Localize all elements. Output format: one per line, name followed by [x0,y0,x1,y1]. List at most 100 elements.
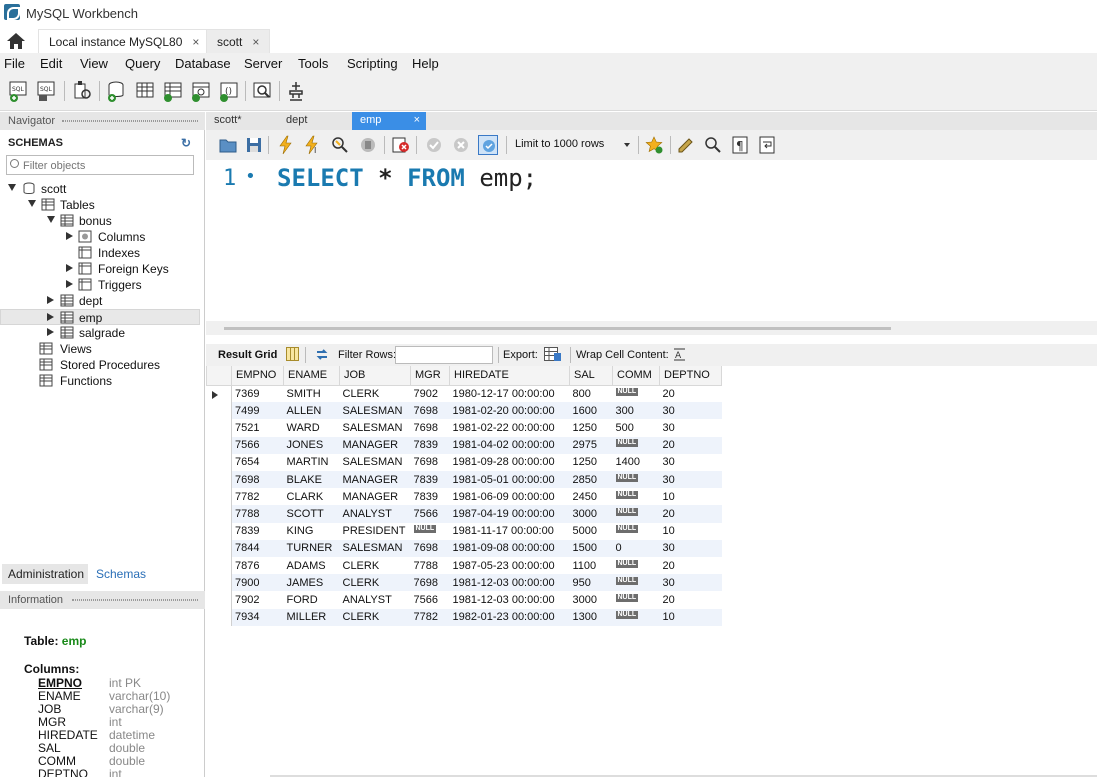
wrap-cell-content-icon[interactable]: A [673,347,686,362]
tab-administration[interactable]: Administration [2,564,88,584]
tree-tables[interactable]: Tables [0,197,200,213]
grid-cell-empno[interactable]: 7844 [231,539,284,558]
grid-cell-job[interactable]: CLERK [339,574,411,592]
grid-cell-empno[interactable]: 7934 [231,608,284,626]
create-function-icon[interactable]: () [217,79,241,103]
grid-cell-deptno[interactable]: 10 [659,608,722,626]
grid-cell-hiredate[interactable]: 1981-06-09 00:00:00 [450,488,570,505]
grid-cell-hiredate[interactable]: 1981-12-03 00:00:00 [450,591,570,608]
grid-cell-job[interactable]: CLERK [340,557,411,574]
inspector-icon[interactable] [70,79,94,103]
expand-arrow-icon[interactable] [47,216,55,223]
collapse-arrow-icon[interactable] [66,264,73,272]
grid-cell-comm[interactable]: NULL [613,591,660,608]
grid-cell-hiredate[interactable]: 1987-04-19 00:00:00 [449,505,570,523]
expand-arrow-icon[interactable] [8,184,16,191]
query-tab-emp[interactable]: emp × [352,112,426,130]
grid-cell-deptno[interactable]: 30 [660,454,722,471]
auto-commit-icon[interactable] [478,135,498,155]
tree-table-dept[interactable]: dept [0,293,200,309]
grid-cell-empno[interactable]: 7839 [232,523,284,540]
result-grid-label[interactable]: Result Grid [218,349,277,361]
stop-on-error-icon[interactable] [391,135,411,155]
create-table-icon[interactable] [133,79,157,103]
row-selector[interactable] [206,385,232,403]
grid-cell-sal[interactable]: 1500 [569,539,613,558]
sql-statement[interactable]: SELECT * FROM emp; [277,164,537,192]
table-row[interactable]: 7566 JONES MANAGER 7839 1981-04-02 00:00:00 2… [206,436,722,454]
grid-cell-comm[interactable]: NULL [612,608,660,626]
tree-schema-scott[interactable]: scott [0,181,200,197]
wrap-lines-icon[interactable] [757,135,777,155]
grid-cell-ename[interactable]: SMITH [284,385,340,402]
grid-cell-empno[interactable]: 7654 [232,454,284,471]
row-selector[interactable] [206,574,232,592]
query-tab-scott[interactable]: scott* [206,112,250,130]
grid-cell-hiredate[interactable]: 1982-01-23 00:00:00 [449,608,570,626]
connection-tab-scott[interactable]: scott × [206,29,271,53]
grid-cell-deptno[interactable]: 20 [660,385,722,402]
grid-cell-job[interactable]: MANAGER [339,436,411,454]
grid-cell-sal[interactable]: 2850 [569,471,613,489]
grid-cell-mgr[interactable]: 7788 [411,557,450,574]
create-schema-icon[interactable] [105,79,129,103]
grid-cell-deptno[interactable]: 30 [659,574,722,592]
grid-column-header-sal[interactable]: SAL [569,366,613,386]
create-view-icon[interactable] [161,79,185,103]
export-icon[interactable] [544,347,562,362]
add-snippet-icon[interactable] [644,135,664,155]
grid-cell-job[interactable]: SALESMAN [339,539,411,558]
grid-cell-deptno[interactable]: 30 [659,539,722,558]
grid-cell-ename[interactable]: ADAMS [284,557,340,574]
execute-icon[interactable] [276,135,296,155]
grid-cell-deptno[interactable]: 20 [660,557,722,574]
grid-cell-ename[interactable]: MARTIN [284,454,340,471]
grid-cell-ename[interactable]: BLAKE [283,471,340,489]
row-selector[interactable] [206,522,232,540]
table-row[interactable]: 7521 WARD SALESMAN 7698 1981-02-22 00:00:00 1… [206,419,722,437]
row-selector[interactable] [206,488,232,506]
grid-cell-sal[interactable]: 950 [569,574,613,592]
grid-cell-ename[interactable]: MILLER [283,608,340,626]
grid-cell-deptno[interactable]: 30 [659,471,722,489]
grid-column-header-empno[interactable]: EMPNO [231,366,284,386]
refresh-icon[interactable] [314,347,330,362]
table-row[interactable]: 7934 MILLER CLERK 7782 1982-01-23 00:00:00 13… [206,608,722,626]
grid-cell-deptno[interactable]: 20 [660,591,722,608]
tab-schemas[interactable]: Schemas [90,564,153,584]
menu-help[interactable]: Help [412,56,439,71]
table-row[interactable]: 7698 BLAKE MANAGER 7839 1981-05-01 00:00:00 2… [206,471,722,489]
grid-cell-deptno[interactable]: 30 [659,402,722,420]
table-row[interactable]: 7839 KING PRESIDENT NULL 1981-11-17 00:00:00… [206,522,722,540]
table-row[interactable]: 7902 FORD ANALYST 7566 1981-12-03 00:00:00 30… [206,591,722,609]
menu-view[interactable]: View [80,56,108,71]
grid-cell-sal[interactable]: 1100 [570,557,613,574]
grid-cell-empno[interactable]: 7369 [232,385,284,402]
grid-cell-comm[interactable]: NULL [612,471,660,489]
tree-foreign-keys[interactable]: Foreign Keys [0,261,200,277]
grid-cell-sal[interactable]: 3000 [570,591,613,608]
table-row[interactable]: 7499 ALLEN SALESMAN 7698 1981-02-20 00:00:00… [206,402,722,420]
limit-rows-select[interactable]: Limit to 1000 rows [512,136,634,154]
grid-cell-job[interactable]: SALESMAN [340,454,411,471]
grid-cell-mgr[interactable]: 7698 [410,574,450,592]
table-row[interactable]: 7876 ADAMS CLERK 7788 1987-05-23 00:00:00 110… [206,557,722,575]
tree-table-bonus[interactable]: bonus [0,213,200,229]
home-icon[interactable] [6,32,26,50]
grid-cell-mgr[interactable]: 7698 [410,539,450,558]
grid-cell-ename[interactable]: WARD [284,419,340,436]
grid-cell-hiredate[interactable]: 1981-04-02 00:00:00 [449,436,570,454]
grid-cell-sal[interactable]: 2450 [570,488,613,505]
grid-cell-empno[interactable]: 7902 [232,591,284,608]
search-table-data-icon[interactable] [250,79,274,103]
tree-stored-procedures[interactable]: Stored Procedures [0,357,200,373]
menu-server[interactable]: Server [244,56,282,71]
grid-cell-sal[interactable]: 5000 [570,523,613,540]
grid-cell-ename[interactable]: ALLEN [283,402,340,420]
grid-cell-empno[interactable]: 7782 [232,488,284,505]
open-sql-script-icon[interactable]: SQL [35,79,59,103]
grid-cell-empno[interactable]: 7876 [232,557,284,574]
grid-cell-job[interactable]: SALESMAN [339,402,411,420]
connection-tab-local-instance[interactable]: Local instance MySQL80 × [38,29,211,53]
grid-cell-job[interactable]: CLERK [339,608,411,626]
